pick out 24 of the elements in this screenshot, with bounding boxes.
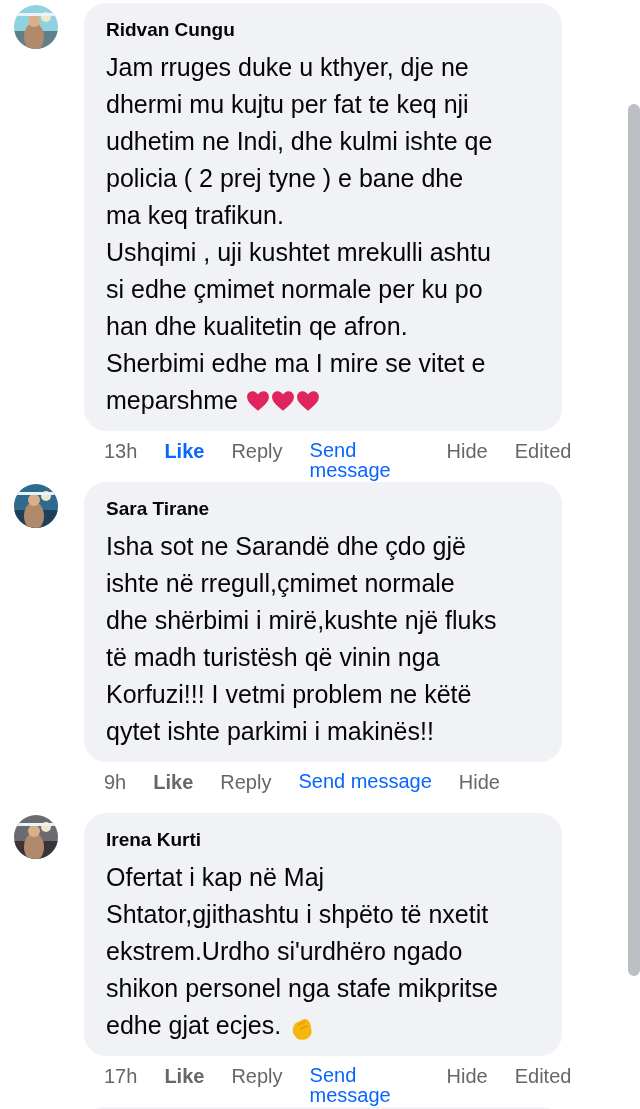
- like-link[interactable]: Like: [164, 1065, 205, 1087]
- timestamp: 17h: [104, 1065, 138, 1087]
- hide-link[interactable]: Hide: [458, 771, 500, 793]
- comment-text: Isha sot ne Sarandë dhe çdo gjë ishte në rregull,çmimet normale dhe shërbimi i mirë,kushte një fluks të madh turistësh që vinin nga Korfuzi!!! I vetmi problem ne këtë qytet ishte parkimi i makinës!!: [106, 532, 497, 745]
- hide-link[interactable]: Hide: [446, 1065, 488, 1087]
- comment-text: Jam rruges duke u kthyer, dje ne dhermi mu kujtu per fat te keq nji udhetim ne Indi, dhe kulmi ishte qe policia ( 2 prej tyne ) e bane dhe ma keq trafikun. Ushqimi , uji kushtet mrekulli ashtu si edhe çmimet normale per ku po han dhe kualitetin qe afron. Sherbimi edhe ma I mire se vitet e meparshme: [106, 53, 493, 414]
- edited-label: Edited: [514, 1065, 572, 1087]
- scrollbar[interactable]: [628, 104, 640, 976]
- send-message-link[interactable]: Send message: [309, 440, 400, 480]
- like-link[interactable]: Like: [164, 440, 205, 462]
- author-name: Ridvan Cungu: [106, 18, 236, 42]
- reply-link[interactable]: Reply: [231, 1065, 283, 1087]
- timestamp: 13h: [104, 440, 138, 462]
- reply-link[interactable]: Reply: [220, 771, 272, 793]
- edited-label: Edited: [514, 440, 572, 462]
- send-message-link[interactable]: Send message: [298, 771, 432, 791]
- author-name: Sara Tirane: [106, 497, 211, 521]
- author-name: Irena Kurti: [106, 828, 203, 852]
- timestamp: 9h: [104, 771, 127, 793]
- send-message-link[interactable]: Send message: [309, 1065, 400, 1105]
- comment-text: Ofertat i kap në Maj Shtator,gjithashtu i shpëto të nxetit ekstrem.Urdho si'urdhëro ngado shikon personel nga stafe mikpritse edhe gjat ecjes.: [106, 863, 498, 1039]
- reply-link[interactable]: Reply: [231, 440, 283, 462]
- hide-link[interactable]: Hide: [446, 440, 488, 462]
- like-link[interactable]: Like: [153, 771, 194, 793]
